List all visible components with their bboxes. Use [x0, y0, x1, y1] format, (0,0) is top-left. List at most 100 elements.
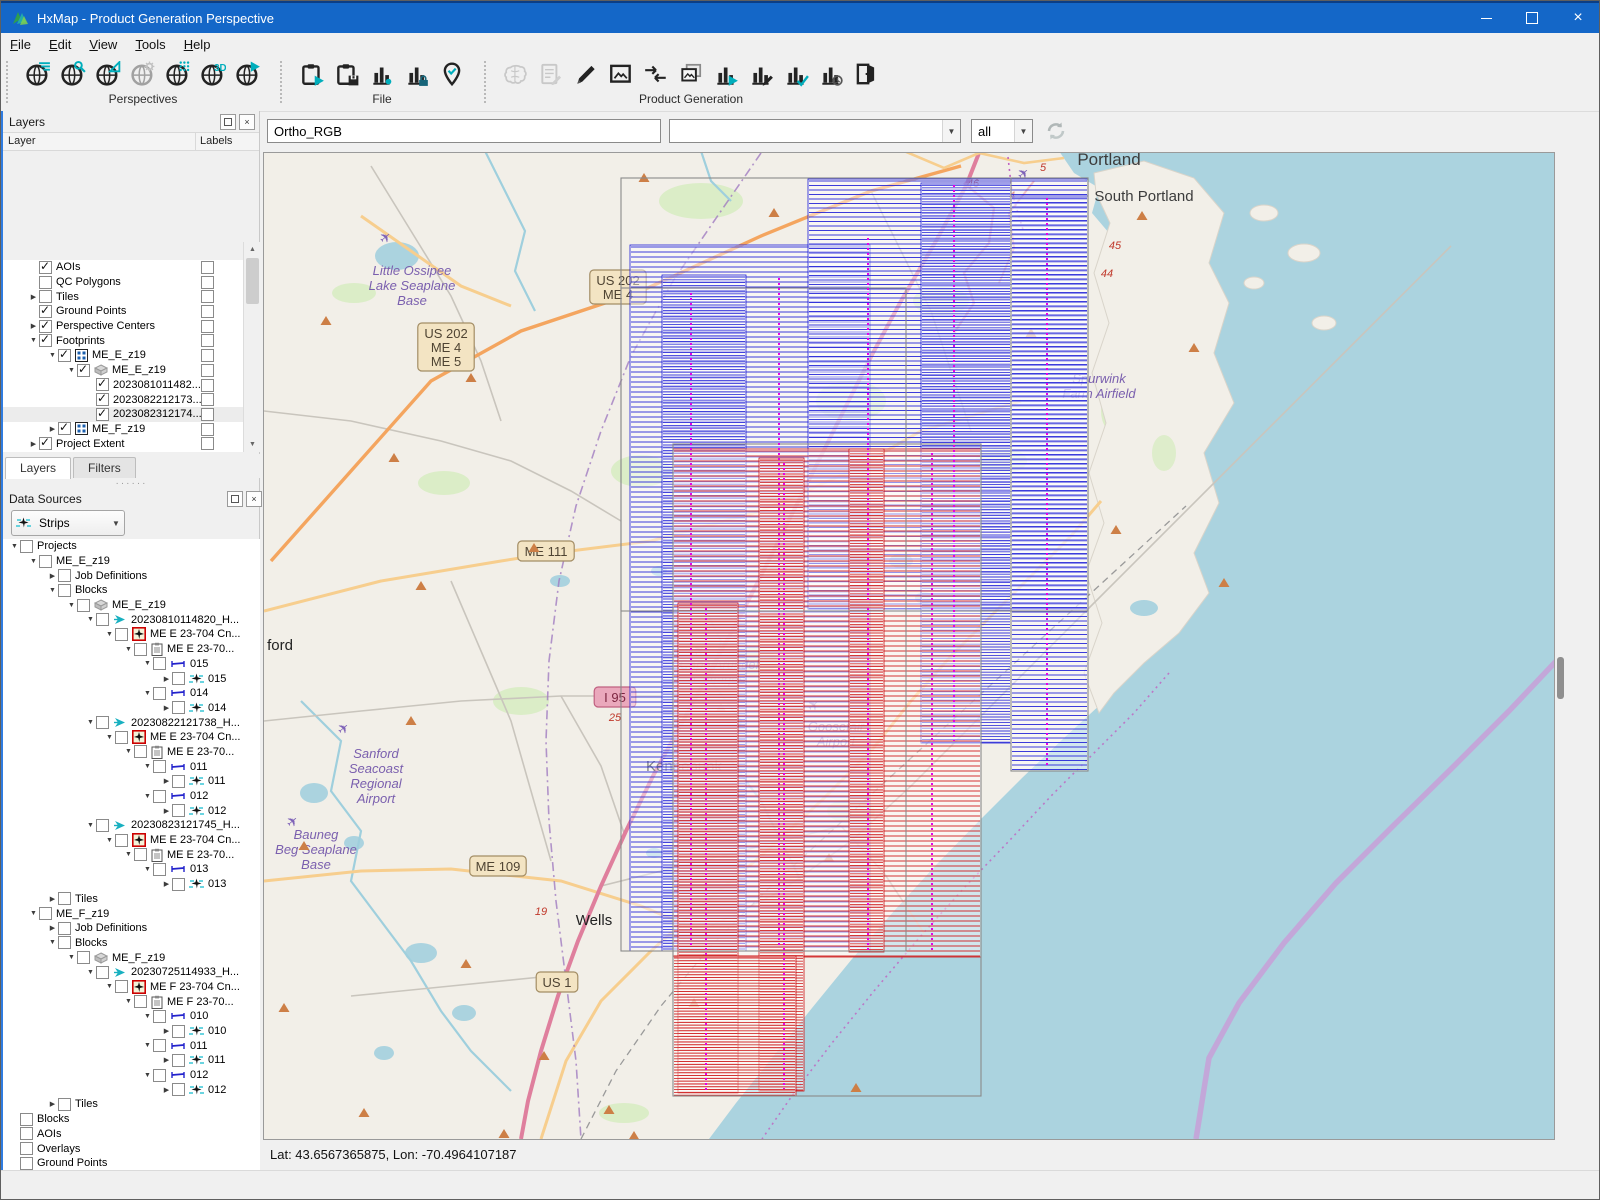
menu-edit[interactable]: Edit — [40, 35, 80, 54]
collapse-icon[interactable]: ▼ — [123, 998, 134, 1005]
float-panel-icon[interactable] — [220, 114, 236, 130]
checkbox[interactable] — [153, 790, 166, 803]
save-project-icon[interactable] — [332, 58, 362, 90]
labels-checkbox[interactable] — [201, 349, 214, 362]
tree-item[interactable]: ▼ME_E_z19 — [3, 598, 260, 613]
toolbar-separator[interactable] — [484, 61, 486, 103]
checkbox[interactable] — [58, 922, 71, 935]
checkbox[interactable] — [39, 437, 52, 450]
checkbox[interactable] — [172, 701, 185, 714]
tree-item[interactable]: ▼ME_E_z19 — [3, 554, 260, 569]
collapse-icon[interactable]: ▼ — [142, 1072, 153, 1079]
layers-scrollbar[interactable]: ▲ ▼ — [243, 242, 261, 452]
collapse-icon[interactable]: ▼ — [28, 910, 39, 917]
checkbox[interactable] — [172, 1025, 185, 1038]
checkbox[interactable] — [20, 1157, 33, 1170]
menu-view[interactable]: View — [80, 35, 126, 54]
tree-item[interactable]: ▼Projects — [3, 539, 260, 554]
chart-new-icon[interactable] — [367, 58, 397, 90]
data-source-mode-combo[interactable]: Strips ▼ — [11, 510, 125, 536]
expand-icon[interactable]: ▶ — [161, 675, 172, 683]
tree-item[interactable]: ▼013 — [3, 862, 260, 877]
tree-item[interactable]: ▼015 — [3, 657, 260, 672]
collapse-icon[interactable]: ▼ — [66, 367, 77, 374]
checkbox[interactable] — [153, 687, 166, 700]
load-project-icon[interactable] — [297, 58, 327, 90]
tree-item[interactable]: ▶013 — [3, 877, 260, 892]
checkbox[interactable] — [39, 334, 52, 347]
column-labels[interactable]: Labels — [200, 135, 232, 147]
tree-item[interactable]: ▼ME_F_z19 — [3, 950, 260, 965]
checkbox[interactable] — [20, 540, 33, 553]
checkbox[interactable] — [172, 1083, 185, 1096]
collapse-icon[interactable]: ▼ — [9, 543, 20, 550]
collapse-icon[interactable]: ▼ — [66, 954, 77, 961]
tree-item[interactable]: ▶012 — [3, 803, 260, 818]
tree-item[interactable]: ▼010 — [3, 1009, 260, 1024]
labels-checkbox[interactable] — [201, 423, 214, 436]
collapse-icon[interactable]: ▼ — [47, 352, 58, 359]
checkbox[interactable] — [172, 804, 185, 817]
tree-item[interactable]: ▶Job Definitions — [3, 921, 260, 936]
perspective-layers-icon[interactable] — [23, 58, 53, 90]
tree-item[interactable]: ▶Perspective Centers — [3, 319, 243, 334]
checkbox[interactable] — [172, 878, 185, 891]
checkbox[interactable] — [58, 584, 71, 597]
collapse-icon[interactable]: ▼ — [28, 558, 39, 565]
collapse-icon[interactable]: ▼ — [123, 646, 134, 653]
tree-item[interactable]: ▼ME E 23-70... — [3, 642, 260, 657]
tree-item[interactable]: QC Polygons — [3, 275, 243, 290]
chart-validate-icon[interactable] — [781, 58, 811, 90]
tree-item[interactable]: ▶Tiles — [3, 892, 260, 907]
tree-item[interactable]: ▼ME E 23-704 Cn... — [3, 627, 260, 642]
expand-icon[interactable]: ▶ — [47, 425, 58, 433]
checkbox[interactable] — [58, 422, 71, 435]
tree-item[interactable]: ▼20230823121745_H... — [3, 818, 260, 833]
checkbox[interactable] — [20, 1127, 33, 1140]
checkbox[interactable] — [134, 848, 147, 861]
tree-item[interactable]: Overlays — [3, 1141, 260, 1156]
checkbox[interactable] — [96, 393, 109, 406]
scope-combo[interactable]: all ▼ — [971, 119, 1033, 143]
collapse-icon[interactable]: ▼ — [28, 337, 39, 344]
tree-item[interactable]: ▼ME E 23-704 Cn... — [3, 730, 260, 745]
checkbox[interactable] — [58, 892, 71, 905]
checkbox[interactable] — [39, 290, 52, 303]
collapse-icon[interactable]: ▼ — [104, 631, 115, 638]
layers-columns-header[interactable]: Layer Labels — [3, 132, 259, 151]
map-view[interactable]: US 202ME 4US 202ME 4ME 5ME 111ME 109US 1… — [263, 152, 1555, 1140]
tree-item[interactable]: ▼012 — [3, 789, 260, 804]
collapse-icon[interactable]: ▼ — [142, 793, 153, 800]
checkbox[interactable] — [153, 760, 166, 773]
expand-icon[interactable]: ▶ — [47, 924, 58, 932]
menu-tools[interactable]: Tools — [126, 35, 174, 54]
labels-checkbox[interactable] — [201, 437, 214, 450]
collapse-icon[interactable]: ▼ — [66, 602, 77, 609]
checkbox[interactable] — [77, 364, 90, 377]
tree-item[interactable]: ▶011 — [3, 1053, 260, 1068]
collapse-icon[interactable]: ▼ — [142, 1042, 153, 1049]
checkbox[interactable] — [153, 1039, 166, 1052]
checkbox[interactable] — [58, 1098, 71, 1111]
tree-item[interactable]: ▼20230725114933_H... — [3, 965, 260, 980]
labels-checkbox[interactable] — [201, 334, 214, 347]
exit-perspective-icon[interactable] — [851, 58, 881, 90]
collapse-icon[interactable]: ▼ — [47, 587, 58, 594]
perspective-search-icon[interactable] — [58, 58, 88, 90]
collapse-icon[interactable]: ▼ — [85, 719, 96, 726]
tree-item[interactable]: ▶Tiles — [3, 1097, 260, 1112]
scroll-up-icon[interactable]: ▲ — [244, 242, 261, 257]
tree-item[interactable]: ▶010 — [3, 1024, 260, 1039]
tree-item[interactable]: ▶ME_F_z19 — [3, 422, 243, 437]
toolbar-separator[interactable] — [280, 61, 282, 103]
tree-item[interactable]: AOIs — [3, 260, 243, 275]
expand-icon[interactable]: ▶ — [161, 777, 172, 785]
checkbox[interactable] — [153, 863, 166, 876]
tree-item[interactable]: ▼ME E 23-70... — [3, 745, 260, 760]
scroll-thumb[interactable] — [246, 258, 259, 304]
checkbox[interactable] — [115, 834, 128, 847]
checkbox[interactable] — [39, 261, 52, 274]
checkbox[interactable] — [172, 775, 185, 788]
collapse-icon[interactable]: ▼ — [123, 851, 134, 858]
map-canvas[interactable]: US 202ME 4US 202ME 4ME 5ME 111ME 109US 1… — [264, 153, 1554, 1139]
